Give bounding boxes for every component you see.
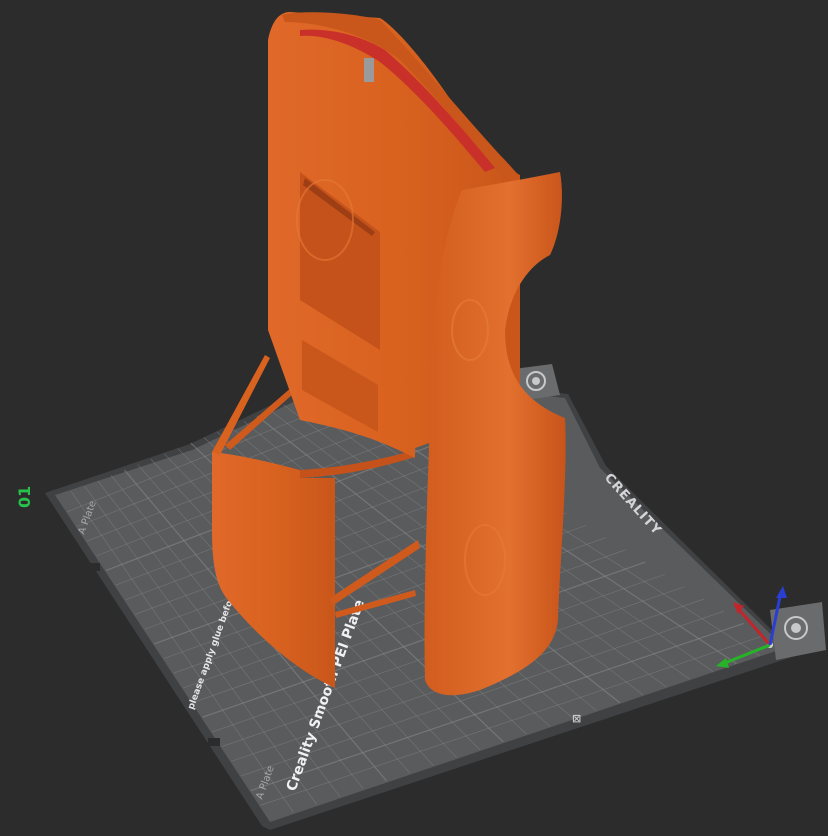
plate-notch (208, 738, 220, 746)
plate-notch (88, 563, 100, 571)
model-side-column (424, 172, 566, 696)
3d-viewport[interactable]: 01 A Plate A Plate CREALITY Creality Smo… (0, 0, 828, 832)
axis-z-arrow (776, 586, 787, 598)
plate-number: 01 (15, 486, 34, 508)
model-post (364, 58, 374, 82)
plate-small-logo: ⊠ (572, 712, 581, 725)
